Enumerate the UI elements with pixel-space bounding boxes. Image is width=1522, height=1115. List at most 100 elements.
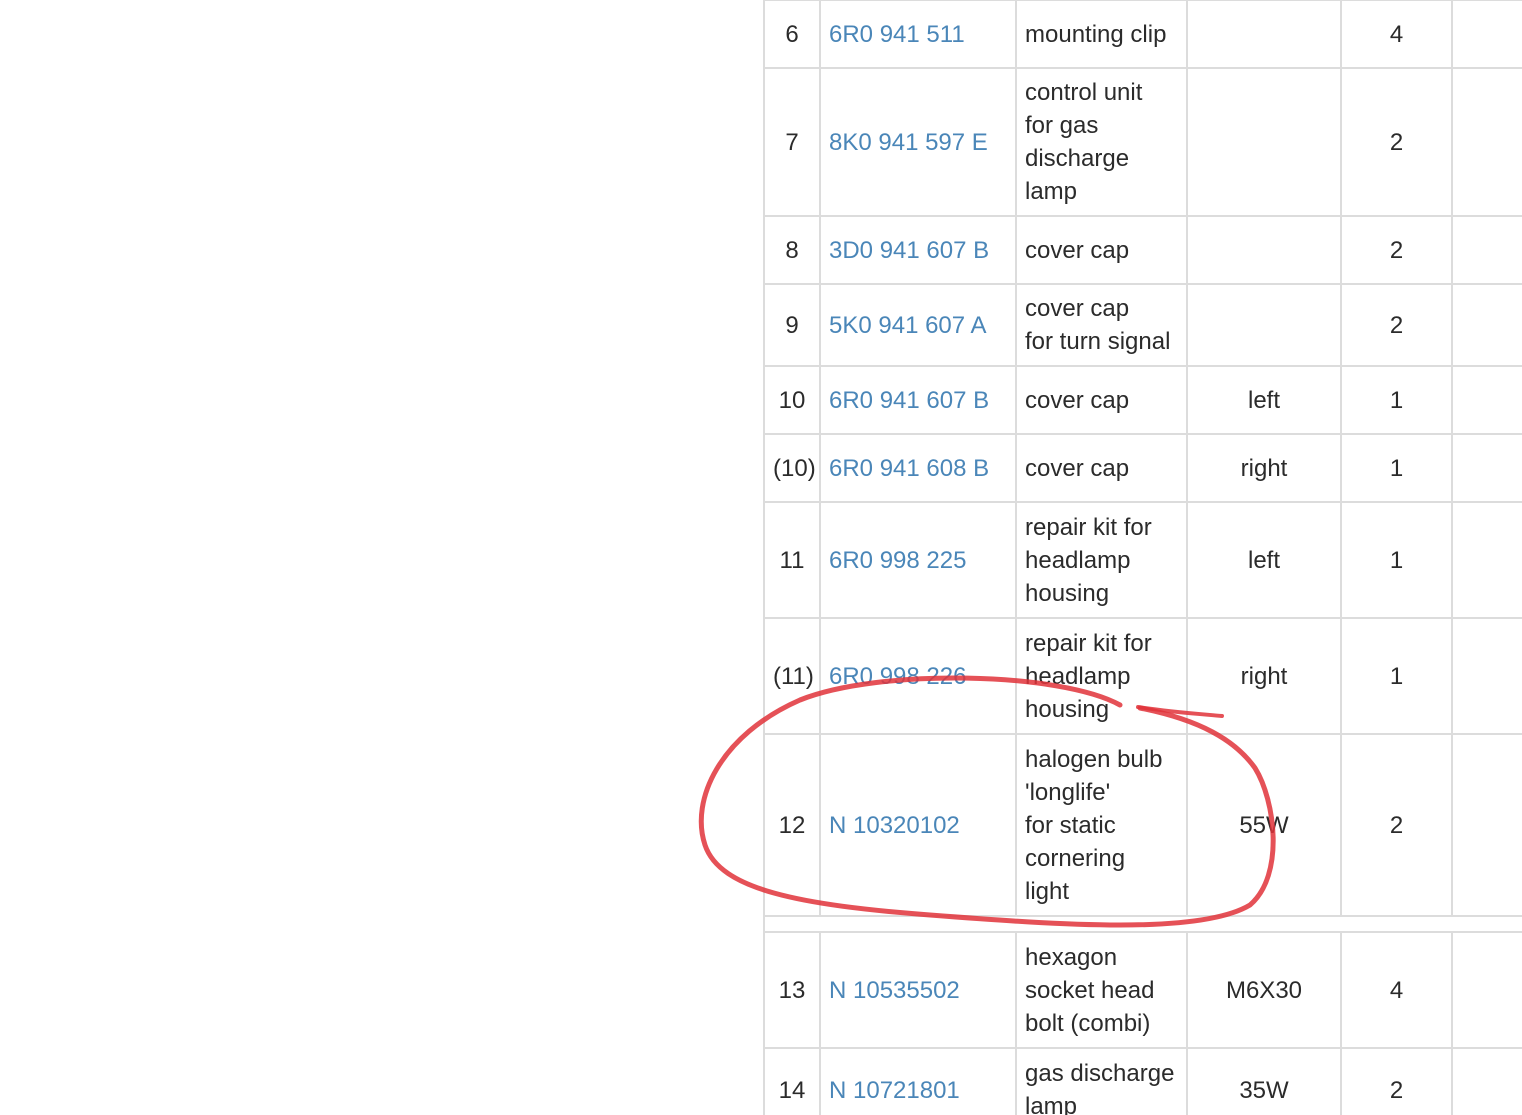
description-line: control unit — [1025, 79, 1143, 106]
description-line: cover cap — [1025, 454, 1130, 482]
position-cell: 12 — [763, 733, 821, 917]
part-number-link[interactable]: 6R0 998 226 — [829, 663, 966, 690]
part-number-link[interactable]: 3D0 941 607 B — [829, 237, 989, 264]
extra-cell — [1451, 617, 1522, 735]
part-number-cell: 6R0 998 225 — [819, 501, 1017, 619]
part-number-link[interactable]: 6R0 941 607 B — [829, 387, 989, 414]
quantity-cell: 2 — [1340, 733, 1453, 917]
description-line: light — [1025, 877, 1070, 905]
description-line: 'longlife' — [1025, 778, 1111, 806]
part-number-cell: 5K0 941 607 A — [819, 283, 1017, 367]
position-cell: 8 — [763, 215, 821, 285]
part-number-link[interactable]: N 10320102 — [829, 812, 960, 839]
description-cell: cover cap — [1015, 365, 1188, 435]
quantity-cell: 1 — [1340, 365, 1453, 435]
note-cell: left — [1186, 501, 1342, 619]
quantity-cell: 4 — [1340, 931, 1453, 1049]
position-cell: 10 — [763, 365, 821, 435]
table-row: 10 6R0 941 607 B cover cap left 1 — [763, 365, 1522, 435]
note-cell — [1186, 283, 1342, 367]
position-cell: 7 — [763, 67, 821, 217]
description-line: socket head — [1025, 976, 1155, 1004]
position-cell: (11) — [763, 617, 821, 735]
note-cell: 35W — [1186, 1047, 1342, 1115]
description-line: cover cap — [1025, 386, 1130, 414]
quantity-cell: 1 — [1340, 501, 1453, 619]
note-cell: left — [1186, 365, 1342, 435]
quantity-cell: 2 — [1340, 1047, 1453, 1115]
description-line: headlamp — [1025, 546, 1131, 574]
position-cell: (10) — [763, 433, 821, 503]
parts-table: 6 6R0 941 511 mounting clip 4 7 8K0 941 … — [763, 0, 1522, 1115]
description-cell: repair kit for headlamp housing — [1015, 617, 1188, 735]
position-cell: 11 — [763, 501, 821, 619]
extra-cell — [1451, 1047, 1522, 1115]
description-line: discharge — [1025, 145, 1130, 172]
note-cell: M6X30 — [1186, 931, 1342, 1049]
extra-cell — [1451, 283, 1522, 367]
description-cell: repair kit for headlamp housing — [1015, 501, 1188, 619]
table-row: 9 5K0 941 607 A cover cap for turn signa… — [763, 283, 1522, 367]
note-cell — [1186, 67, 1342, 217]
description-line: mounting clip — [1025, 20, 1167, 48]
table-row: 11 6R0 998 225 repair kit for headlamp h… — [763, 501, 1522, 619]
part-number-link[interactable]: 6R0 998 225 — [829, 547, 966, 574]
part-number-cell: N 10721801 — [819, 1047, 1017, 1115]
description-line: cornering — [1025, 844, 1126, 872]
part-number-link[interactable]: 8K0 941 597 E — [829, 129, 988, 156]
table-row: 7 8K0 941 597 E control unit for gas dis… — [763, 67, 1522, 217]
description-line: for static — [1025, 811, 1116, 839]
table-row: (11) 6R0 998 226 repair kit for headlamp… — [763, 617, 1522, 735]
description-line: headlamp — [1025, 662, 1131, 690]
part-number-cell: N 10320102 — [819, 733, 1017, 917]
description-line: gas discharge — [1025, 1060, 1175, 1087]
description-cell: gas discharge lamp — [1015, 1047, 1188, 1115]
note-cell: 55W — [1186, 733, 1342, 917]
part-number-link[interactable]: N 10721801 — [829, 1077, 960, 1104]
part-number-cell: 6R0 998 226 — [819, 617, 1017, 735]
table-row: 14 N 10721801 gas discharge lamp 35W 2 — [763, 1047, 1522, 1115]
description-cell: halogen bulb 'longlife' for static corne… — [1015, 733, 1188, 917]
quantity-cell: 1 — [1340, 617, 1453, 735]
description-line: repair kit for — [1025, 513, 1152, 541]
description-line: for gas — [1025, 112, 1099, 139]
description-cell: control unit for gas discharge lamp — [1015, 67, 1188, 217]
quantity-cell: 1 — [1340, 433, 1453, 503]
part-number-cell: 8K0 941 597 E — [819, 67, 1017, 217]
part-number-cell: 6R0 941 607 B — [819, 365, 1017, 435]
extra-cell — [1451, 501, 1522, 619]
part-number-cell: N 10535502 — [819, 931, 1017, 1049]
extra-cell — [1451, 931, 1522, 1049]
part-number-link[interactable]: 5K0 941 607 A — [829, 312, 986, 339]
description-line: for turn signal — [1025, 328, 1171, 355]
extra-cell — [1451, 433, 1522, 503]
description-cell: mounting clip — [1015, 0, 1188, 69]
extra-cell — [1451, 733, 1522, 917]
description-cell: cover cap — [1015, 433, 1188, 503]
part-number-link[interactable]: 6R0 941 511 — [829, 21, 965, 48]
spacer-cell — [763, 915, 1522, 933]
position-cell: 14 — [763, 1047, 821, 1115]
page: 6 6R0 941 511 mounting clip 4 7 8K0 941 … — [0, 0, 1522, 1115]
table-row: 12 N 10320102 halogen bulb 'longlife' fo… — [763, 733, 1522, 917]
description-line: housing — [1025, 695, 1110, 723]
note-cell: right — [1186, 617, 1342, 735]
note-cell — [1186, 215, 1342, 285]
table-row: 13 N 10535502 hexagon socket head bolt (… — [763, 931, 1522, 1049]
table-row: 6 6R0 941 511 mounting clip 4 — [763, 0, 1522, 69]
description-cell: hexagon socket head bolt (combi) — [1015, 931, 1188, 1049]
note-cell — [1186, 0, 1342, 69]
extra-cell — [1451, 0, 1522, 69]
note-cell: right — [1186, 433, 1342, 503]
part-number-link[interactable]: N 10535502 — [829, 977, 960, 1004]
part-number-link[interactable]: 6R0 941 608 B — [829, 455, 989, 482]
extra-cell — [1451, 365, 1522, 435]
description-line: bolt (combi) — [1025, 1009, 1151, 1037]
position-cell: 6 — [763, 0, 821, 69]
description-cell: cover cap — [1015, 215, 1188, 285]
description-line: cover cap — [1025, 236, 1130, 264]
table-row: 8 3D0 941 607 B cover cap 2 — [763, 215, 1522, 285]
quantity-cell: 2 — [1340, 215, 1453, 285]
description-cell: cover cap for turn signal — [1015, 283, 1188, 367]
description-line: cover cap — [1025, 295, 1130, 322]
